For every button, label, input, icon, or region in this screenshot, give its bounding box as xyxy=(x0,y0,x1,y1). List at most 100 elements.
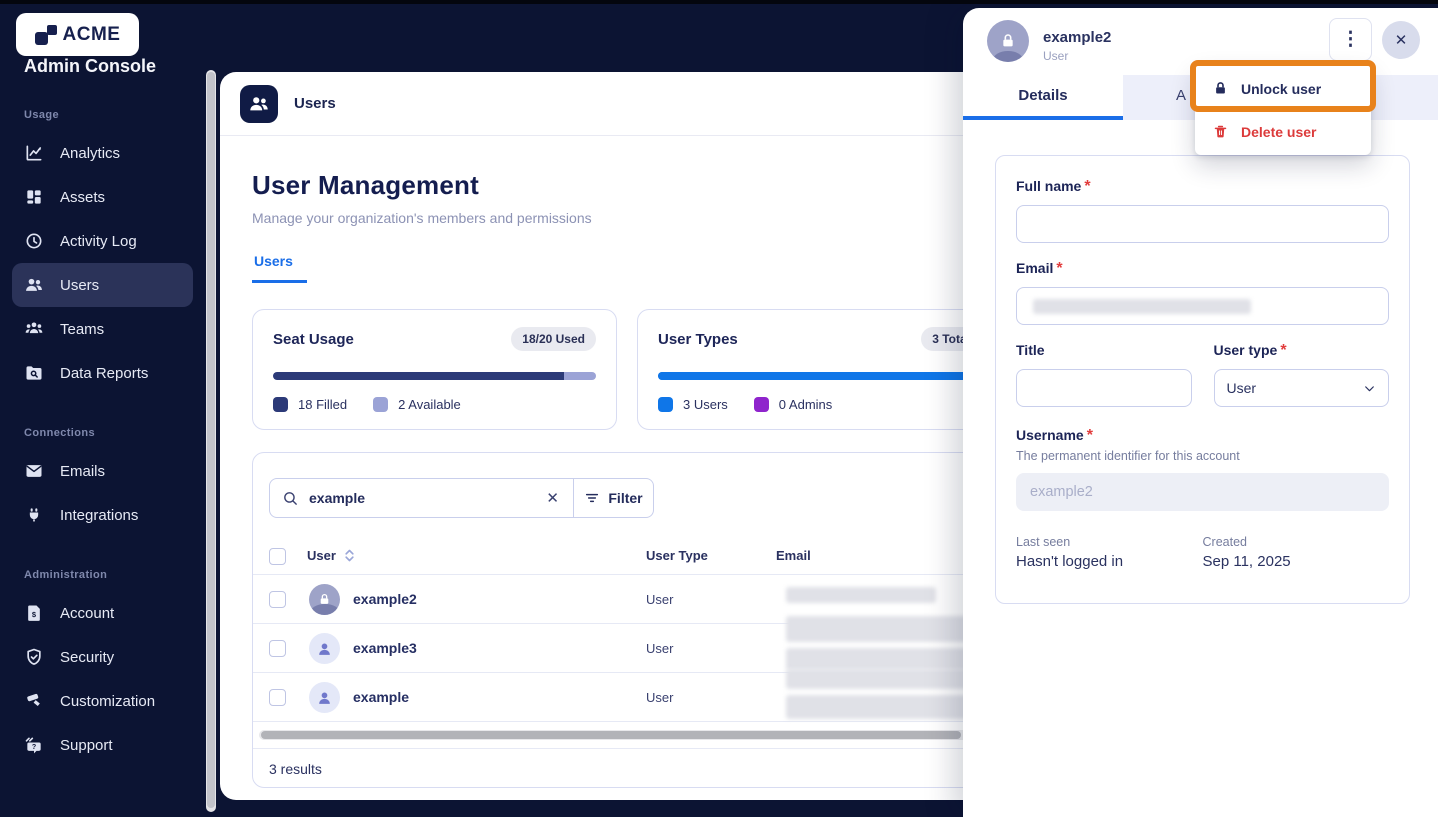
sidebar-item-support[interactable]: ? Support xyxy=(12,723,193,767)
user-avatar xyxy=(309,682,340,713)
tab-details[interactable]: Details xyxy=(963,75,1123,120)
row-user-name: example xyxy=(353,689,410,705)
section-label-connections: Connections xyxy=(24,427,96,439)
sidebar-item-integrations[interactable]: Integrations xyxy=(12,493,193,537)
row-user-type: User xyxy=(646,592,674,607)
section-label-usage: Usage xyxy=(24,109,60,121)
column-header-user-label: User xyxy=(307,548,336,563)
row-checkbox[interactable] xyxy=(269,689,286,706)
last-seen-value: Hasn't logged in xyxy=(1016,553,1124,570)
legend-filled: 18 Filled xyxy=(273,397,347,412)
sidebar-item-label: Customization xyxy=(60,692,156,710)
column-header-user-type: User Type xyxy=(646,548,708,563)
legend-users-label: 3 Users xyxy=(683,397,728,412)
tab-users[interactable]: Users xyxy=(252,253,307,283)
required-asterisk: * xyxy=(1056,260,1063,277)
sidebar-item-customization[interactable]: Customization xyxy=(12,679,193,723)
brand-logo[interactable]: ACME xyxy=(16,13,139,56)
row-user-type: User xyxy=(646,690,674,705)
page-header-title: Users xyxy=(294,95,336,112)
search-input[interactable] xyxy=(309,490,535,506)
svg-text:?: ? xyxy=(32,743,36,751)
sidebar: ACME Admin Console Usage Analytics Asset… xyxy=(0,0,205,817)
menu-item-label: Unlock user xyxy=(1241,80,1322,97)
sidebar-item-data-reports[interactable]: Data Reports xyxy=(12,351,193,395)
menu-item-unlock-user[interactable]: Unlock user xyxy=(1195,67,1371,110)
sidebar-item-label: Teams xyxy=(60,320,105,338)
user-types-card: User Types 3 Total 3 Users 0 Admins xyxy=(637,309,1002,430)
sidebar-item-assets[interactable]: Assets xyxy=(12,175,193,219)
billing-document-icon: $ xyxy=(28,605,40,621)
select-all-checkbox[interactable] xyxy=(269,548,286,565)
locked-user-avatar xyxy=(987,20,1029,62)
email-field[interactable] xyxy=(1016,287,1389,325)
sidebar-title: Admin Console xyxy=(24,56,157,76)
sidebar-item-label: Support xyxy=(60,736,113,754)
tab-partial-occluded[interactable]: A xyxy=(1176,87,1186,104)
seat-usage-progress xyxy=(273,372,596,380)
menu-item-label: Delete user xyxy=(1241,123,1317,140)
full-name-field[interactable] xyxy=(1016,205,1389,243)
email-label: Email xyxy=(1016,260,1054,276)
horizontal-scrollbar-thumb[interactable] xyxy=(261,731,961,739)
redacted-email xyxy=(786,669,991,689)
sidebar-item-label: Assets xyxy=(60,188,106,206)
redacted-email xyxy=(786,648,976,670)
person-icon xyxy=(319,692,330,704)
sidebar-item-label: Security xyxy=(60,648,115,666)
redacted-email xyxy=(786,587,936,603)
required-asterisk: * xyxy=(1086,427,1093,444)
sidebar-item-label: Users xyxy=(60,276,100,294)
row-checkbox[interactable] xyxy=(269,591,286,608)
row-checkbox[interactable] xyxy=(269,640,286,657)
search-box[interactable]: ✕ xyxy=(269,478,574,518)
teams-icon xyxy=(25,322,43,334)
row-user-name: example2 xyxy=(353,591,417,607)
sidebar-item-analytics[interactable]: Analytics xyxy=(12,131,193,175)
filter-button[interactable]: Filter xyxy=(574,478,654,518)
sort-icon[interactable] xyxy=(344,548,355,563)
menu-item-delete-user[interactable]: Delete user xyxy=(1195,110,1371,153)
vertical-scrollbar[interactable] xyxy=(206,70,216,812)
user-types-title: User Types xyxy=(658,330,738,348)
filter-icon xyxy=(586,493,599,503)
lock-icon xyxy=(320,593,329,604)
sidebar-item-label: Analytics xyxy=(60,144,121,162)
sidebar-item-users[interactable]: Users xyxy=(12,263,193,307)
user-type-select[interactable]: User xyxy=(1213,369,1389,407)
vertical-scrollbar-thumb[interactable] xyxy=(207,72,215,808)
sidebar-item-security[interactable]: Security xyxy=(12,635,193,679)
lock-icon xyxy=(1216,82,1225,94)
support-chat-icon: ? xyxy=(25,737,41,754)
title-field[interactable] xyxy=(1016,369,1192,407)
brand-logo-icon xyxy=(34,24,57,45)
sidebar-item-activity-log[interactable]: Activity Log xyxy=(12,219,193,263)
sidebar-item-label: Emails xyxy=(60,462,106,480)
filter-button-label: Filter xyxy=(608,490,643,506)
sidebar-item-emails[interactable]: Emails xyxy=(12,449,193,493)
seat-usage-card: Seat Usage 18/20 Used 18 Filled 2 Availa… xyxy=(252,309,617,430)
email-icon xyxy=(26,465,42,477)
legend-users: 3 Users xyxy=(658,397,728,412)
available-swatch xyxy=(373,397,389,412)
more-actions-button[interactable]: ⋮ xyxy=(1329,18,1372,61)
sidebar-item-label: Integrations xyxy=(60,506,139,524)
sidebar-item-teams[interactable]: Teams xyxy=(12,307,193,351)
users-page-icon xyxy=(240,84,278,123)
assets-icon xyxy=(27,190,41,204)
section-label-administration: Administration xyxy=(24,569,108,581)
close-panel-button[interactable]: ✕ xyxy=(1382,21,1420,59)
legend-admins-label: 0 Admins xyxy=(778,397,833,412)
title-label: Title xyxy=(1016,342,1045,358)
sidebar-item-account[interactable]: $ Account xyxy=(12,591,193,635)
username-hint: The permanent identifier for this accoun… xyxy=(1016,449,1240,463)
users-icon xyxy=(250,96,268,110)
users-swatch xyxy=(658,397,673,412)
column-header-user[interactable]: User xyxy=(307,548,355,563)
username-field-disabled: example2 xyxy=(1016,473,1389,511)
data-reports-icon xyxy=(26,366,42,380)
clear-search-icon[interactable]: ✕ xyxy=(544,489,561,507)
lock-icon xyxy=(1003,34,1013,47)
column-header-user-type-label: User Type xyxy=(646,548,708,563)
panel-user-role: User xyxy=(1043,49,1069,63)
